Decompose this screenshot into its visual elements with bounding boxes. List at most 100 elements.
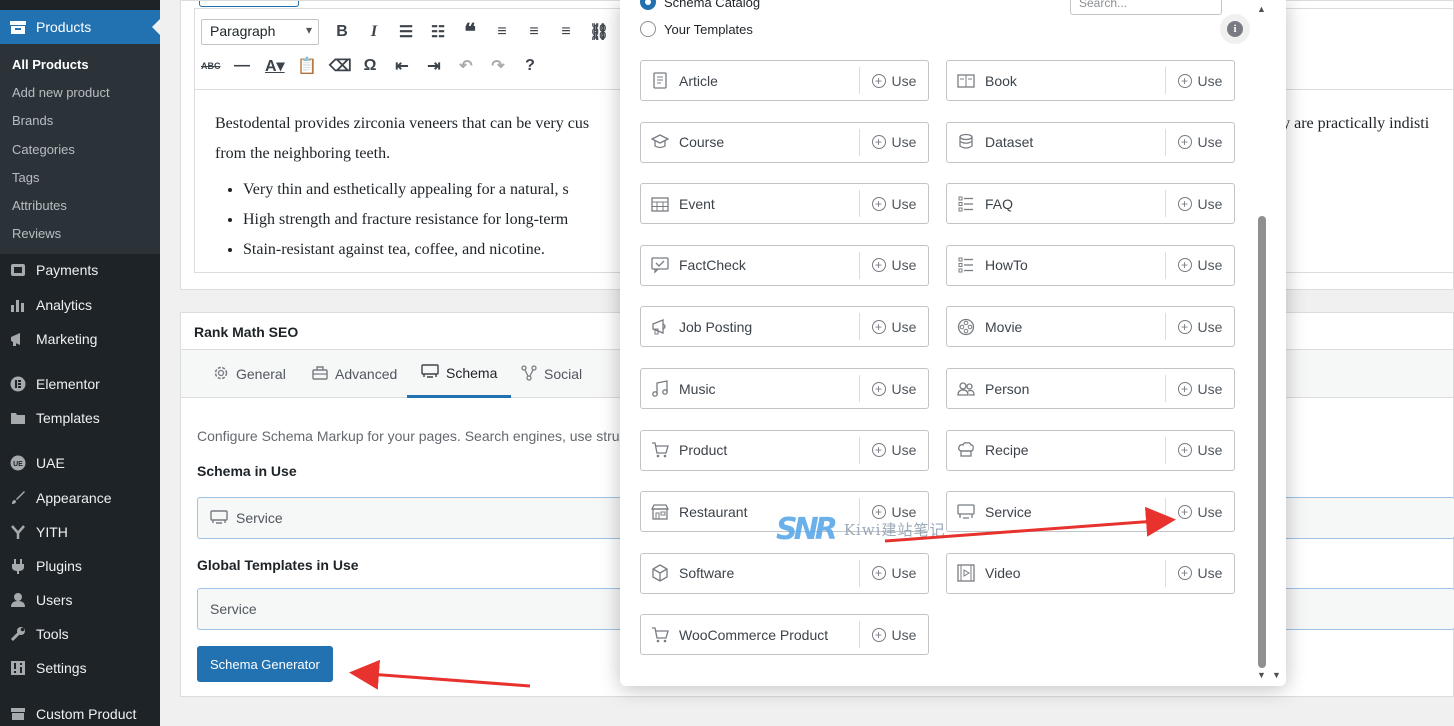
tab-schema[interactable]: Schema (407, 350, 512, 398)
schema-search-input[interactable]: Search... (1070, 0, 1222, 15)
scroll-up-icon[interactable]: ▲ (1257, 4, 1266, 14)
modal-scrollbar[interactable]: ▲ ▼ ▼ (1255, 0, 1281, 686)
scroll-down-icon[interactable]: ▼ (1257, 670, 1266, 680)
schema-card-dataset[interactable]: Dataset + Use (946, 121, 1235, 163)
strikethrough-icon[interactable]: ABC (201, 61, 221, 71)
schema-card-software[interactable]: Software + Use (640, 552, 929, 594)
sidebar-item-elementor[interactable]: Elementor (0, 367, 160, 401)
schema-card-video[interactable]: Video + Use (946, 552, 1235, 594)
submenu-attributes[interactable]: Attributes (12, 198, 67, 213)
link-icon[interactable]: ⛓ (589, 22, 609, 42)
use-button[interactable]: + Use (860, 134, 928, 150)
schema-card-factcheck[interactable]: FactCheck + Use (640, 244, 929, 286)
align-right-icon[interactable]: ≡ (557, 23, 575, 41)
sidebar-item-tools[interactable]: Tools (0, 617, 160, 651)
schema-card-product[interactable]: Product + Use (640, 429, 929, 471)
schema-name: HowTo (985, 257, 1028, 274)
outdent-icon[interactable]: ⇤ (393, 56, 411, 76)
use-button[interactable]: + Use (1166, 442, 1234, 458)
radio-button[interactable] (640, 0, 656, 10)
schema-card-woocommerce-product[interactable]: WooCommerce Product + Use (640, 614, 929, 656)
radio-button[interactable] (640, 21, 656, 37)
bold-icon[interactable]: B (333, 23, 351, 41)
page-scroll-down-icon[interactable]: ▼ (1272, 670, 1281, 680)
schema-card-course[interactable]: Course + Use (640, 121, 929, 163)
sidebar-item-uae[interactable]: UE UAE (0, 446, 160, 480)
schema-card-faq[interactable]: FAQ + Use (946, 183, 1235, 225)
use-button[interactable]: + Use (860, 442, 928, 458)
paste-text-icon[interactable]: 📋 (297, 56, 317, 76)
radio-your-templates[interactable]: Your Templates (640, 21, 753, 37)
use-button[interactable]: + Use (860, 257, 928, 273)
schema-card-recipe[interactable]: Recipe + Use (946, 429, 1235, 471)
sidebar-item-templates[interactable]: Templates (0, 401, 160, 435)
numbered-list-icon[interactable]: ☷ (429, 22, 447, 42)
sidebar-item-label: Plugins (36, 558, 82, 574)
info-button[interactable]: i (1220, 14, 1250, 44)
use-button[interactable]: + Use (1166, 319, 1234, 335)
sidebar-item-products[interactable]: Products (0, 10, 160, 44)
special-char-icon[interactable]: Ω (361, 57, 379, 75)
use-button[interactable]: + Use (1166, 196, 1234, 212)
tab-general[interactable]: General (213, 350, 286, 398)
submenu-all-products[interactable]: All Products (12, 57, 89, 72)
use-button[interactable]: + Use (1166, 504, 1234, 520)
schema-card-music[interactable]: Music + Use (640, 368, 929, 409)
text-color-icon[interactable]: A▾ (265, 56, 285, 76)
horizontal-line-icon[interactable]: — (233, 57, 251, 75)
submenu-tags[interactable]: Tags (12, 170, 39, 185)
redo-icon[interactable]: ↷ (489, 56, 507, 76)
schema-card-job-posting[interactable]: Job Posting + Use (640, 306, 929, 348)
clear-format-icon[interactable]: ⌫ (329, 56, 352, 76)
use-button[interactable]: + Use (1166, 73, 1234, 89)
schema-card-movie[interactable]: Movie + Use (946, 306, 1235, 348)
use-button[interactable]: + Use (860, 565, 928, 581)
tab-advanced[interactable]: Advanced (312, 350, 397, 398)
submenu-categories[interactable]: Categories (12, 142, 75, 157)
undo-icon[interactable]: ↶ (457, 56, 475, 76)
use-button[interactable]: + Use (860, 627, 928, 643)
schema-card-howto[interactable]: HowTo + Use (946, 244, 1235, 286)
submenu-brands[interactable]: Brands (12, 113, 53, 128)
use-button[interactable]: + Use (860, 319, 928, 335)
sidebar-item-users[interactable]: Users (0, 583, 160, 617)
tab-social[interactable]: Social (521, 350, 582, 398)
sidebar-item-settings[interactable]: Settings (0, 651, 160, 685)
indent-icon[interactable]: ⇥ (425, 56, 443, 76)
use-button[interactable]: + Use (860, 73, 928, 89)
plus-circle-icon: + (1177, 135, 1192, 150)
help-icon[interactable]: ? (521, 57, 539, 75)
schema-card-book[interactable]: Book + Use (946, 60, 1235, 101)
sidebar-item-plugins[interactable]: Plugins (0, 549, 160, 583)
radio-schema-catalog[interactable]: Schema Catalog (640, 0, 760, 10)
submenu-add-new-product[interactable]: Add new product (12, 85, 110, 100)
use-button[interactable]: + Use (1166, 565, 1234, 581)
align-left-icon[interactable]: ≡ (493, 23, 511, 41)
blockquote-icon[interactable]: ❝ (461, 19, 479, 45)
sidebar-item-custom-product[interactable]: Custom Product (0, 697, 160, 726)
italic-icon[interactable]: I (365, 23, 383, 41)
sidebar-item-yith[interactable]: YITH (0, 515, 160, 549)
format-select[interactable]: Paragraph (201, 19, 319, 45)
schema-card-article[interactable]: Article + Use (640, 60, 929, 101)
use-button[interactable]: + Use (860, 381, 928, 397)
use-button[interactable]: + Use (1166, 381, 1234, 397)
scrollbar-thumb[interactable] (1258, 216, 1266, 668)
use-button[interactable]: + Use (1166, 134, 1234, 150)
schema-card-service[interactable]: Service + Use (946, 491, 1235, 533)
sidebar-item-analytics[interactable]: Analytics (0, 288, 160, 322)
sidebar-item-payments[interactable]: Payments (0, 253, 160, 287)
bullet-list-icon[interactable]: ☰ (397, 22, 415, 42)
use-button[interactable]: + Use (860, 196, 928, 212)
submenu-reviews[interactable]: Reviews (12, 226, 61, 241)
use-label: Use (891, 565, 917, 582)
dataset-icon (947, 133, 985, 151)
schema-generator-button[interactable]: Schema Generator (197, 646, 333, 682)
use-button[interactable]: + Use (1166, 257, 1234, 273)
schema-name: Product (679, 442, 728, 459)
align-center-icon[interactable]: ≡ (525, 23, 543, 41)
sidebar-item-appearance[interactable]: Appearance (0, 481, 160, 515)
schema-card-event[interactable]: Event + Use (640, 183, 929, 225)
sidebar-item-marketing[interactable]: Marketing (0, 322, 160, 356)
schema-card-person[interactable]: Person + Use (946, 368, 1235, 409)
